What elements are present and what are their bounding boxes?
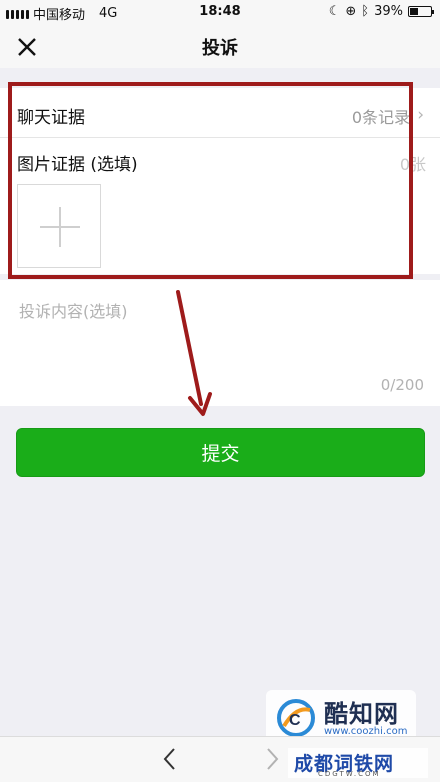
back-button[interactable]: [160, 746, 180, 772]
watermark-secondary-url: CDGTW.COM: [318, 770, 381, 778]
battery-percent: 39%: [374, 4, 403, 19]
status-right: ☾ ⊕ ᛒ 39%: [328, 4, 434, 19]
image-evidence-label: 图片证据 (选填): [17, 155, 138, 175]
page-title: 投诉: [202, 38, 238, 59]
coozhi-logo-icon: C: [277, 699, 315, 737]
moon-icon: ☾: [328, 4, 341, 19]
status-bar: 中国移动 4G 18:48 ☾ ⊕ ᛒ 39%: [0, 0, 440, 24]
complaint-textarea[interactable]: 投诉内容(选填) 0/200: [0, 280, 440, 406]
chevron-right-icon: [267, 748, 279, 770]
image-evidence-count: 0张: [399, 155, 426, 174]
chat-evidence-row[interactable]: 聊天证据 0条记录 ›: [0, 88, 440, 138]
complaint-placeholder: 投诉内容(选填): [19, 302, 128, 321]
chevron-right-icon: ›: [417, 105, 424, 125]
svg-text:C: C: [289, 712, 301, 729]
orientation-lock-icon: ⊕: [345, 4, 357, 19]
forward-button[interactable]: [262, 746, 282, 772]
chevron-left-icon: [163, 748, 175, 770]
character-counter: 0/200: [380, 376, 424, 394]
submit-button[interactable]: 提交: [16, 428, 425, 477]
bluetooth-icon: ᛒ: [361, 4, 370, 19]
watermark-name: 酷知网: [324, 700, 399, 728]
chat-evidence-count: 0条记录: [351, 108, 410, 127]
plus-icon: [40, 207, 80, 247]
nav-bar: 投诉: [0, 24, 440, 68]
chat-evidence-label: 聊天证据: [17, 108, 85, 128]
watermark-cdgtw: 成都词铁网 CDGTW.COM: [288, 748, 428, 778]
add-photo-button[interactable]: [17, 184, 101, 268]
battery-icon: [408, 6, 434, 17]
